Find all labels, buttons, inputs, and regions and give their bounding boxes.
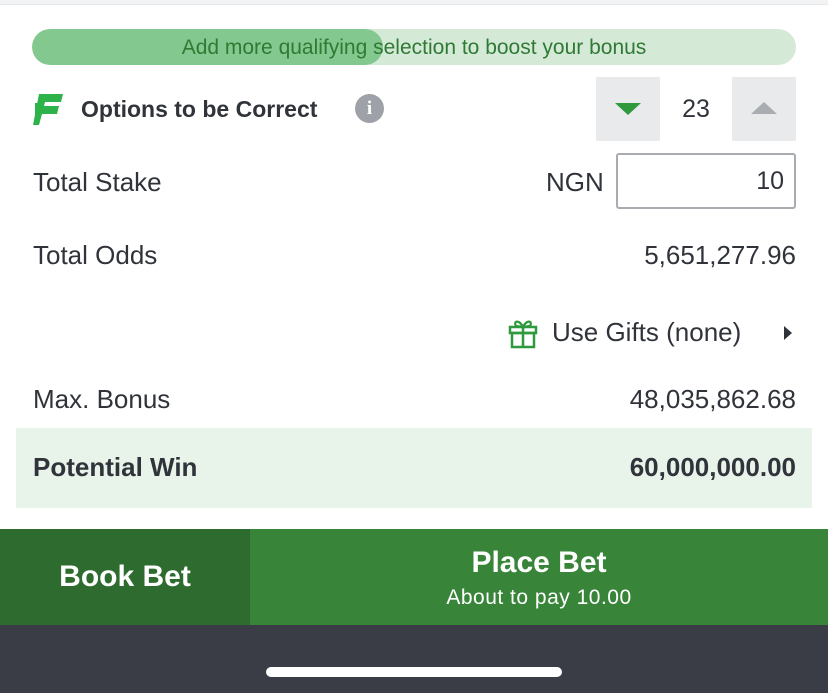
- top-divider: [0, 0, 828, 5]
- options-to-be-correct-row: Options to be Correct i 23: [33, 77, 796, 141]
- use-gifts-link[interactable]: Use Gifts (none): [33, 314, 796, 354]
- system-home-area: [0, 625, 828, 693]
- max-bonus-row: Max. Bonus 48,035,862.68: [33, 384, 796, 418]
- max-bonus-label: Max. Bonus: [33, 384, 171, 414]
- total-odds-row: Total Odds 5,651,277.96: [33, 240, 796, 274]
- bonus-boost-progress: Add more qualifying selection to boost y…: [32, 29, 796, 65]
- caret-down-icon: [615, 103, 641, 115]
- currency-label: NGN: [546, 167, 604, 197]
- use-gifts-label: Use Gifts (none): [552, 317, 742, 347]
- brand-logo-icon: [33, 94, 63, 125]
- total-odds-value: 5,651,277.96: [644, 240, 796, 270]
- place-bet-amount-note: About to pay 10.00: [446, 586, 632, 609]
- place-bet-button[interactable]: Place Bet About to pay 10.00: [250, 529, 828, 625]
- potential-win-value: 60,000,000.00: [629, 452, 796, 482]
- place-bet-label: Place Bet: [471, 546, 607, 579]
- stake-input[interactable]: [616, 153, 796, 209]
- options-decrement-button[interactable]: [596, 77, 660, 141]
- max-bonus-value: 48,035,862.68: [629, 384, 796, 414]
- book-bet-button[interactable]: Book Bet: [0, 529, 250, 625]
- total-odds-label: Total Odds: [33, 240, 158, 270]
- gift-icon: [508, 320, 538, 349]
- options-label: Options to be Correct: [81, 96, 318, 122]
- options-count: 23: [682, 95, 710, 123]
- info-icon[interactable]: i: [355, 94, 384, 123]
- home-indicator[interactable]: [266, 667, 562, 677]
- total-stake-row: Total Stake NGN: [33, 153, 796, 209]
- potential-win-row: Potential Win 60,000,000.00: [16, 428, 812, 508]
- potential-win-label: Potential Win: [33, 452, 198, 482]
- caret-up-icon: [751, 102, 777, 114]
- chevron-right-icon: [784, 326, 792, 340]
- total-stake-label: Total Stake: [33, 167, 162, 197]
- bonus-boost-message: Add more qualifying selection to boost y…: [181, 36, 647, 59]
- options-increment-button[interactable]: [732, 77, 796, 141]
